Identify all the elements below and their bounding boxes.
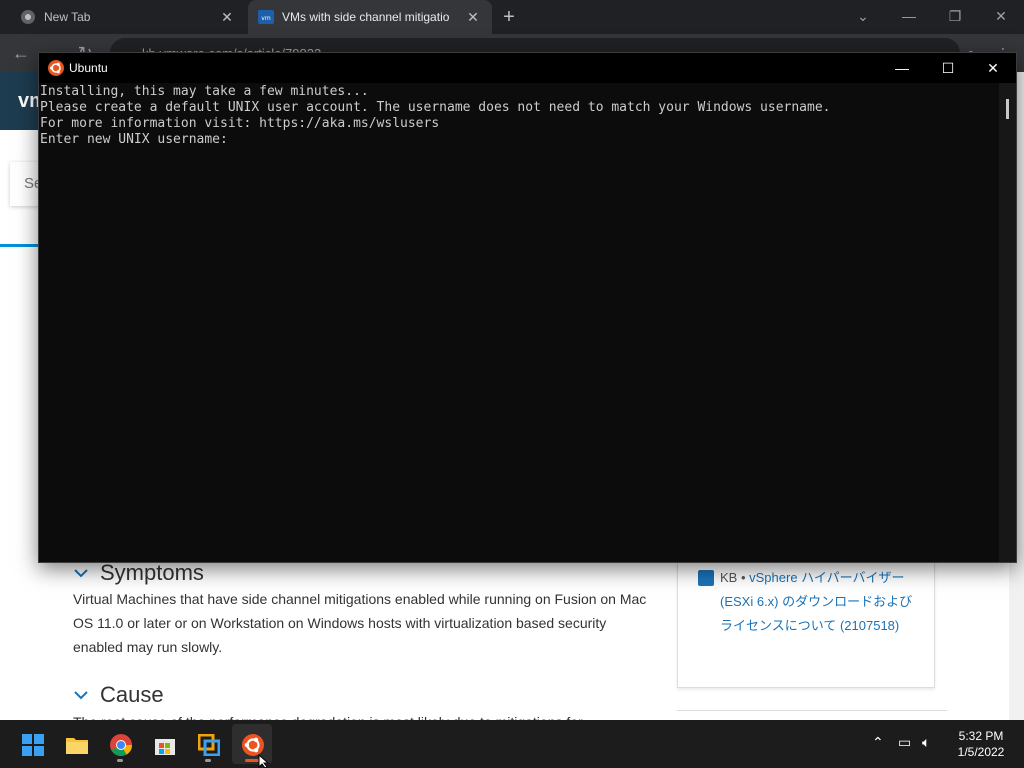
system-clock[interactable]: 5:32 PM 1/5/2022 <box>950 728 1012 760</box>
svg-text:vm: vm <box>261 15 271 22</box>
minimize-icon[interactable]: — <box>886 2 932 30</box>
chrome-icon <box>21 10 35 24</box>
terminal-line: For more information visit: https://aka.… <box>40 116 440 131</box>
network-icon[interactable]: ▭ <box>898 734 911 751</box>
running-indicator <box>205 759 211 762</box>
section-title: Symptoms <box>100 560 204 585</box>
tab-vmware-kb[interactable]: vm VMs with side channel mitigatio ✕ <box>248 0 492 34</box>
taskbar-file-explorer[interactable] <box>56 724 96 764</box>
terminal-prompt[interactable]: Enter new UNIX username: <box>40 132 999 148</box>
tab-title: New Tab <box>44 10 91 24</box>
back-icon[interactable]: ← <box>10 42 32 64</box>
ubuntu-icon <box>242 734 264 756</box>
tab-title: VMs with side channel mitigatio <box>282 10 450 24</box>
terminal-output[interactable]: Installing, this may take a few minutes.… <box>39 83 999 562</box>
terminal-line: Installing, this may take a few minutes.… <box>40 84 369 99</box>
terminal-titlebar[interactable]: Ubuntu — ☐ ✕ <box>39 53 1016 83</box>
close-icon[interactable]: ✕ <box>218 9 236 26</box>
mouse-cursor-icon <box>258 754 270 768</box>
scrollbar-thumb[interactable] <box>1006 99 1009 119</box>
taskbar-vmware[interactable] <box>188 724 228 764</box>
terminal-line: Please create a default UNIX user accoun… <box>40 100 831 115</box>
start-button[interactable] <box>12 724 52 764</box>
tab-search-icon[interactable]: ⌄ <box>840 2 886 30</box>
minimize-icon[interactable]: — <box>879 53 925 83</box>
taskbar: ⌃ ▭ 🔈︎ 5:32 PM 1/5/2022 <box>0 720 1024 768</box>
restore-icon[interactable]: ❐ <box>932 2 978 30</box>
show-hidden-icons-icon[interactable]: ⌃ <box>872 734 884 751</box>
taskbar-chrome[interactable] <box>100 724 140 764</box>
start-icon <box>22 734 44 756</box>
vmware-favicon-icon: vm <box>258 10 274 24</box>
close-icon[interactable]: ✕ <box>970 53 1016 83</box>
chrome-icon <box>110 734 132 756</box>
close-window-icon[interactable]: ✕ <box>978 2 1024 30</box>
microsoft-store-icon <box>155 739 175 755</box>
clock-date: 1/5/2022 <box>957 745 1005 759</box>
related-articles-card: KB • vSphere ハイパーバイザー (ESXi 6.x) のダウンロード… <box>677 542 935 688</box>
clock-time: 5:32 PM <box>958 729 1004 743</box>
symptoms-text: Virtual Machines that have side channel … <box>73 591 647 655</box>
site-header: vm <box>0 72 47 130</box>
close-icon[interactable]: ✕ <box>464 9 482 26</box>
ubuntu-terminal-window[interactable]: Ubuntu — ☐ ✕ Installing, this may take a… <box>38 52 1017 563</box>
taskbar-microsoft-store[interactable] <box>144 724 184 764</box>
section-title: Cause <box>100 682 164 707</box>
window-title: Ubuntu <box>69 61 108 75</box>
file-explorer-icon <box>66 738 88 754</box>
terminal-scrollbar[interactable] <box>999 83 1016 562</box>
related-article[interactable]: KB • vSphere ハイパーバイザー (ESXi 6.x) のダウンロード… <box>720 566 920 638</box>
kb-label: KB • <box>720 570 746 585</box>
volume-icon[interactable]: 🔈︎ <box>922 734 930 751</box>
related-article-link[interactable]: vSphere ハイパーバイザー (ESXi 6.x) のダウンロードおよびライ… <box>720 570 912 633</box>
cause-text: The root cause of the performance degrad… <box>73 710 648 720</box>
document-icon <box>698 570 714 586</box>
cause-heading[interactable]: Cause <box>73 682 164 708</box>
maximize-icon[interactable]: ☐ <box>925 53 971 83</box>
tab-new-tab[interactable]: New Tab ✕ <box>0 0 246 34</box>
divider <box>0 244 40 247</box>
related-card-2 <box>677 710 947 720</box>
chevron-down-icon <box>74 569 88 578</box>
browser-tabstrip: New Tab ✕ vm VMs with side channel mitig… <box>0 0 1024 34</box>
ubuntu-icon <box>48 60 64 76</box>
new-tab-button[interactable]: + <box>500 4 518 30</box>
chevron-down-icon <box>74 691 88 700</box>
running-indicator <box>117 759 123 762</box>
vmware-icon <box>198 734 220 756</box>
active-indicator <box>245 759 259 762</box>
symptoms-heading[interactable]: Symptoms <box>73 560 204 586</box>
